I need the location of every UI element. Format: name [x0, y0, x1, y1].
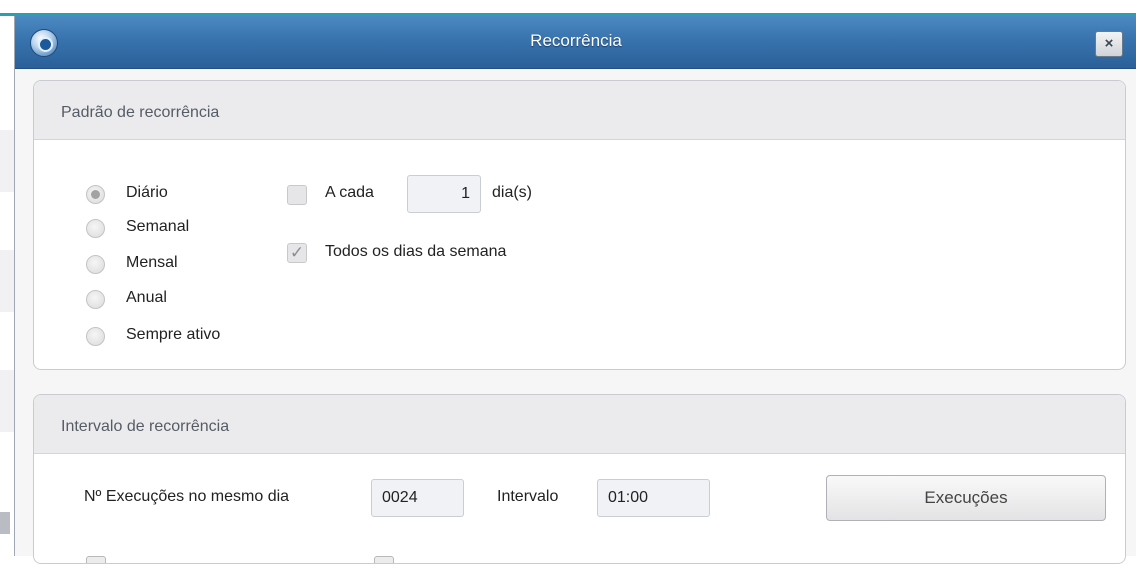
all-weekdays-checkbox[interactable]: ✓ — [287, 243, 307, 263]
radio-monthly[interactable] — [86, 255, 105, 274]
background-top-strip — [0, 0, 1136, 14]
radio-weekly-label[interactable]: Semanal — [126, 218, 189, 236]
interval-input[interactable]: 01:00 — [597, 479, 710, 517]
radio-daily[interactable] — [86, 185, 105, 204]
radio-daily-label[interactable]: Diário — [126, 184, 168, 202]
days-unit-label: dia(s) — [492, 184, 533, 201]
recurrence-dialog: Recorrência × Padrão de recorrência Diár… — [14, 16, 1136, 564]
executions-button[interactable]: Execuções — [826, 475, 1106, 521]
every-n-days-checkbox[interactable] — [287, 185, 307, 205]
all-weekdays-label: Todos os dias da semana — [325, 243, 507, 260]
partial-checkbox[interactable] — [374, 556, 394, 563]
every-n-days-input[interactable]: 1 — [407, 175, 481, 213]
recurrence-interval-group: Intervalo de recorrência Nº Execuções no… — [33, 394, 1126, 564]
radio-yearly[interactable] — [86, 290, 105, 309]
radio-always-active[interactable] — [86, 327, 105, 346]
background-scrollbar-fragment — [0, 512, 10, 534]
radio-monthly-label[interactable]: Mensal — [126, 254, 178, 272]
partial-checkbox[interactable] — [86, 556, 106, 563]
executions-count-input[interactable]: 0024 — [371, 479, 464, 517]
executions-count-label: Nº Execuções no mesmo dia — [84, 488, 290, 505]
every-n-days-label: A cada — [325, 184, 374, 201]
background-panel-edge — [0, 370, 14, 432]
background-panel-edge — [0, 250, 14, 312]
radio-yearly-label[interactable]: Anual — [126, 289, 167, 307]
recurrence-interval-header: Intervalo de recorrência — [34, 395, 1125, 454]
radio-always-active-label[interactable]: Sempre ativo — [126, 326, 220, 344]
recurrence-pattern-group: Padrão de recorrência Diário Semanal Men… — [33, 80, 1126, 370]
recurrence-pattern-header: Padrão de recorrência — [34, 81, 1125, 140]
radio-weekly[interactable] — [86, 219, 105, 238]
close-button[interactable]: × — [1095, 31, 1123, 57]
dialog-titlebar[interactable]: Recorrência × — [15, 16, 1136, 69]
interval-label: Intervalo — [497, 488, 559, 505]
background-panel-edge — [0, 130, 14, 192]
dialog-title: Recorrência — [530, 31, 622, 50]
